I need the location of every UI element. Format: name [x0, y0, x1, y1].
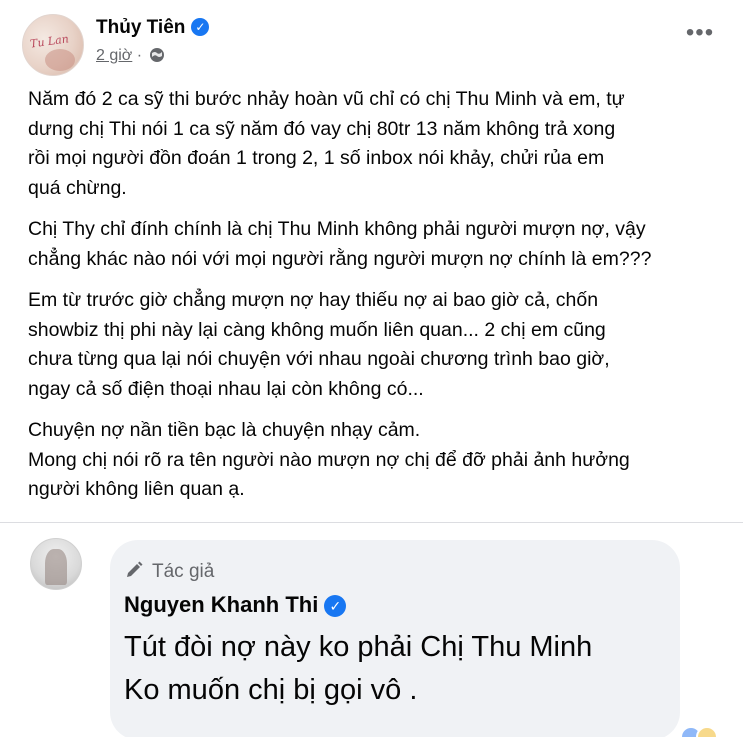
post-body: Năm đó 2 ca sỹ thi bước nhảy hoàn vũ chỉ…	[28, 85, 728, 517]
author-badge-label: Tác giả	[152, 561, 215, 582]
post-paragraph-4: Chuyện nợ nần tiền bạc là chuyện nhạy cả…	[28, 419, 630, 500]
globe-icon[interactable]	[149, 47, 165, 63]
avatar-photo	[45, 549, 67, 585]
post-meta: 2 giờ ·	[96, 47, 165, 65]
haha-reaction-icon	[696, 726, 718, 737]
pencil-icon	[127, 561, 143, 577]
comment-text: Tút đòi nợ này ko phải Chị Thu Minh Ko m…	[124, 631, 593, 706]
author-badge: Tác giả	[124, 560, 214, 583]
post-timestamp[interactable]: 2 giờ	[96, 47, 132, 64]
verified-badge-icon: ✓	[191, 18, 210, 36]
post-author[interactable]: Thủy Tiên ✓	[96, 17, 210, 39]
post-header: Tu Lan Thủy Tiên ✓ 2 giờ · •••	[22, 14, 722, 76]
comment-author[interactable]: Nguyen Khanh Thi ✓	[124, 592, 347, 618]
comment-divider	[0, 522, 743, 523]
meta-separator: ·	[136, 47, 143, 64]
post-author-name[interactable]: Thủy Tiên	[96, 17, 185, 38]
post-paragraph-2: Chị Thy chỉ đính chính là chị Thu Minh k…	[28, 218, 652, 270]
author-avatar[interactable]: Tu Lan	[22, 14, 84, 76]
post-options-button[interactable]: •••	[682, 21, 718, 52]
avatar-photo	[45, 49, 75, 71]
commenter-avatar[interactable]	[30, 538, 82, 590]
comment-author-name[interactable]: Nguyen Khanh Thi	[124, 592, 318, 617]
post-paragraph-3: Em từ trước giờ chẳng mượn nợ hay thiếu …	[28, 289, 610, 400]
verified-badge-icon: ✓	[324, 595, 347, 617]
comment-bubble: Tác giả Nguyen Khanh Thi ✓ Tút đòi nợ này…	[110, 540, 680, 737]
avatar-overlay-text: Tu Lan	[29, 32, 70, 51]
comment-reactions[interactable]	[680, 726, 740, 737]
post-paragraph-1: Năm đó 2 ca sỹ thi bước nhảy hoàn vũ chỉ…	[28, 88, 625, 199]
more-dots-icon: •••	[685, 19, 715, 46]
